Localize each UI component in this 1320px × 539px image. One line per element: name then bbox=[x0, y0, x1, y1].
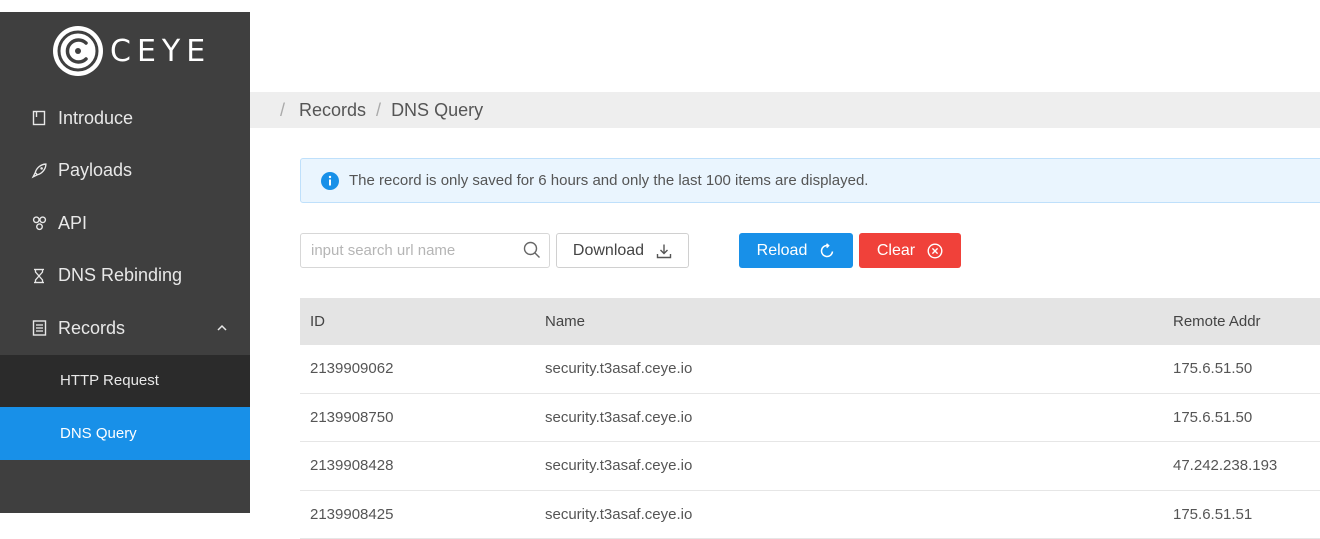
sidebar: CEYE Introduce Payloads API DNS Rebindin… bbox=[0, 12, 250, 513]
breadcrumb-separator: / bbox=[376, 100, 381, 121]
cell-name: security.t3asaf.ceye.io bbox=[535, 457, 1163, 474]
table-row[interactable]: 2139908750 security.t3asaf.ceye.io 175.6… bbox=[300, 394, 1320, 443]
info-alert: The record is only saved for 6 hours and… bbox=[300, 158, 1320, 203]
table-row[interactable]: 2139908425 security.t3asaf.ceye.io 175.6… bbox=[300, 491, 1320, 539]
hourglass-icon bbox=[30, 267, 48, 285]
breadcrumb-separator: / bbox=[280, 100, 285, 121]
cell-remote-addr: 175.6.51.50 bbox=[1163, 360, 1320, 377]
clear-button[interactable]: Clear bbox=[859, 233, 961, 268]
column-header-remote-addr[interactable]: Remote Addr bbox=[1163, 313, 1320, 330]
sidebar-item-label: API bbox=[58, 213, 87, 234]
close-circle-icon bbox=[927, 243, 943, 259]
cell-remote-addr: 175.6.51.51 bbox=[1163, 506, 1320, 523]
cell-remote-addr: 175.6.51.50 bbox=[1163, 409, 1320, 426]
api-icon bbox=[30, 214, 48, 232]
search-box bbox=[300, 233, 550, 268]
cell-name: security.t3asaf.ceye.io bbox=[535, 506, 1163, 523]
records-submenu: HTTP Request DNS Query bbox=[0, 355, 250, 460]
sidebar-item-label: Introduce bbox=[58, 108, 133, 129]
breadcrumb-current: DNS Query bbox=[391, 100, 483, 121]
cell-name: security.t3asaf.ceye.io bbox=[535, 409, 1163, 426]
sidebar-nav: Introduce Payloads API DNS Rebinding Rec… bbox=[0, 92, 250, 460]
table-row[interactable]: 2139908428 security.t3asaf.ceye.io 47.24… bbox=[300, 442, 1320, 491]
brand-logo[interactable]: CEYE bbox=[52, 24, 211, 78]
ceye-logo-icon bbox=[52, 25, 104, 77]
column-header-name[interactable]: Name bbox=[535, 313, 1163, 330]
sidebar-item-label: DNS Rebinding bbox=[58, 265, 182, 286]
breadcrumb-records[interactable]: Records bbox=[299, 100, 366, 121]
cell-name: security.t3asaf.ceye.io bbox=[535, 360, 1163, 377]
sidebar-item-dns-rebinding[interactable]: DNS Rebinding bbox=[0, 250, 250, 303]
table-row[interactable]: 2139909062 security.t3asaf.ceye.io 175.6… bbox=[300, 345, 1320, 394]
reload-button[interactable]: Reload bbox=[739, 233, 853, 268]
chevron-up-icon[interactable] bbox=[216, 322, 228, 334]
cell-id: 2139909062 bbox=[300, 360, 535, 377]
cell-remote-addr: 47.242.238.193 bbox=[1163, 457, 1320, 474]
sidebar-item-api[interactable]: API bbox=[0, 197, 250, 250]
submenu-item-http-request[interactable]: HTTP Request bbox=[0, 355, 250, 408]
cell-id: 2139908428 bbox=[300, 457, 535, 474]
sidebar-item-label: Payloads bbox=[58, 160, 132, 181]
top-header bbox=[250, 0, 1320, 92]
cell-id: 2139908425 bbox=[300, 506, 535, 523]
download-button[interactable]: Download bbox=[556, 233, 689, 268]
alert-text: The record is only saved for 6 hours and… bbox=[349, 172, 868, 189]
search-icon[interactable] bbox=[523, 241, 541, 259]
column-header-id[interactable]: ID bbox=[300, 313, 535, 330]
toolbar: Download Reload Clear bbox=[300, 233, 1320, 269]
info-icon bbox=[321, 172, 339, 190]
brand-name: CEYE bbox=[110, 34, 211, 69]
records-table: ID Name Remote Addr 2139909062 security.… bbox=[300, 298, 1320, 539]
records-icon bbox=[30, 319, 48, 337]
sidebar-item-label: Records bbox=[58, 318, 125, 339]
clear-button-label: Clear bbox=[877, 242, 915, 260]
submenu-item-dns-query[interactable]: DNS Query bbox=[0, 407, 250, 460]
rocket-icon bbox=[30, 162, 48, 180]
sidebar-item-records[interactable]: Records bbox=[0, 302, 250, 355]
cell-id: 2139908750 bbox=[300, 409, 535, 426]
book-icon bbox=[30, 109, 48, 127]
search-input[interactable] bbox=[301, 234, 511, 267]
sidebar-item-introduce[interactable]: Introduce bbox=[0, 92, 250, 145]
main-content: The record is only saved for 6 hours and… bbox=[270, 128, 1320, 513]
reload-button-label: Reload bbox=[757, 242, 808, 260]
download-button-label: Download bbox=[573, 242, 644, 260]
download-icon bbox=[656, 243, 672, 259]
table-header: ID Name Remote Addr bbox=[300, 298, 1320, 345]
breadcrumb: / Records / DNS Query bbox=[250, 92, 1320, 128]
sidebar-item-payloads[interactable]: Payloads bbox=[0, 145, 250, 198]
reload-icon bbox=[819, 243, 835, 259]
